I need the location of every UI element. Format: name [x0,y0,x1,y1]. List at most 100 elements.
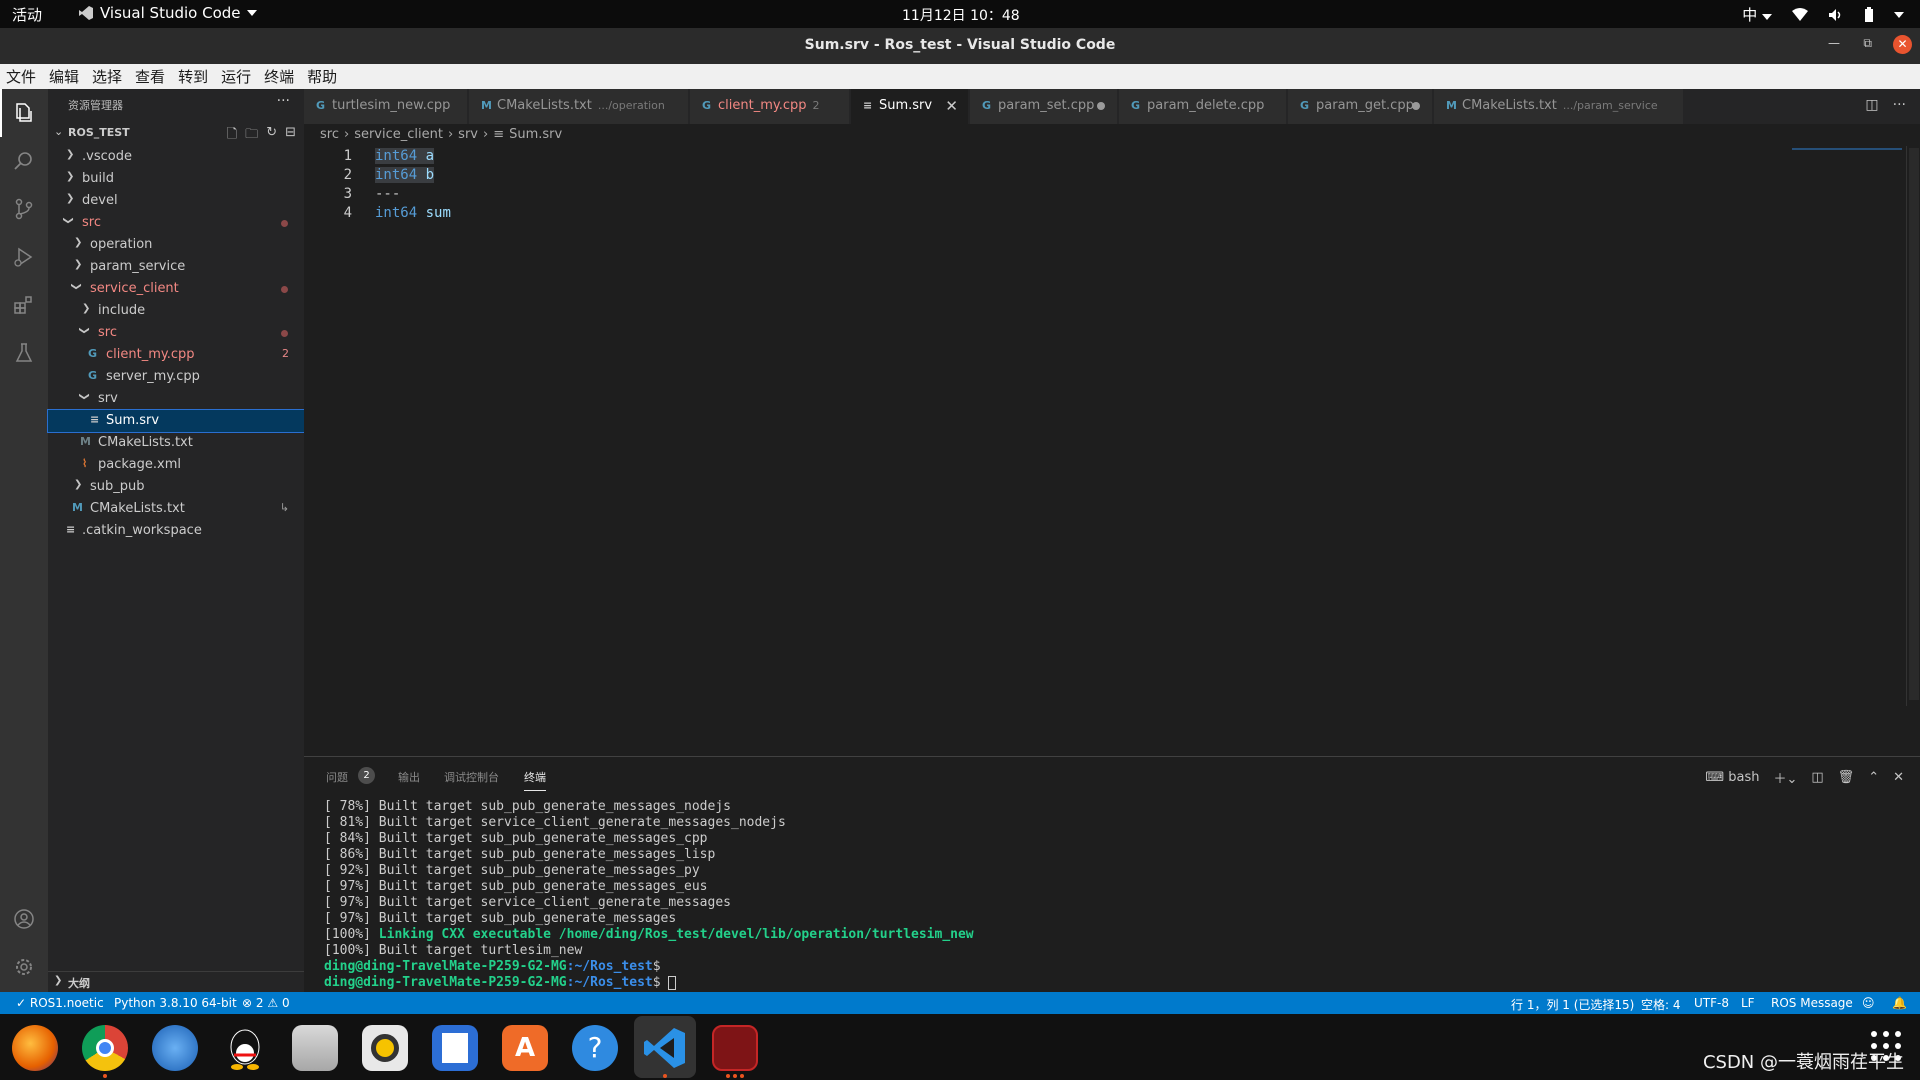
workspace-header[interactable]: ⌄ ROS_TEST 🗋 🗀 ↻ ⊟ [48,122,304,144]
minimize-icon[interactable]: — [1828,36,1840,50]
testing-icon[interactable] [12,341,36,365]
help-icon[interactable]: ? [572,1025,618,1071]
clock[interactable]: 11月12日 10：48 [902,5,1020,25]
menu-view[interactable]: 查看 [135,66,165,87]
run-debug-icon[interactable] [12,245,36,269]
split-editor-icon[interactable]: ◫ [1865,97,1878,113]
tree-item-devel[interactable]: ❯ devel [48,190,304,212]
tree-item-operation[interactable]: ❯ operation [48,234,304,256]
tab-turtlesim-new[interactable]: G turtlesim_new.cpp [304,89,468,124]
tree-item-srv[interactable]: ❯ srv [48,388,304,410]
chrome-icon[interactable] [82,1025,128,1071]
system-tray[interactable]: 中 [1742,4,1904,25]
new-terminal-icon[interactable]: ＋⌄ [1773,768,1797,787]
tree-item-build[interactable]: ❯ build [48,168,304,190]
tree-item-catkin-workspace[interactable]: ≡ .catkin_workspace [48,520,304,542]
tab-output[interactable]: 输出 [398,769,420,785]
close-tab-icon[interactable]: ✕ [945,97,958,115]
tab-param-get[interactable]: G param_get.cpp [1288,89,1433,124]
tree-item-service-client[interactable]: ❯ service_client [48,278,304,300]
explorer-icon[interactable] [12,101,36,125]
breadcrumb-item[interactable]: srv [458,127,478,142]
editor-scrollbar[interactable] [1906,146,1920,706]
input-method-indicator[interactable]: 中 [1742,4,1772,25]
software-center-icon[interactable]: A [502,1025,548,1071]
code-line[interactable]: int64 a [375,148,435,164]
tree-item-service-client-cmakelists[interactable]: M CMakeLists.txt [48,432,304,454]
firefox-icon[interactable] [12,1025,58,1071]
restore-icon[interactable]: ⧉ [1863,36,1872,51]
system-menu-chevron-icon[interactable] [1894,11,1904,18]
new-file-icon[interactable]: 🗋 [227,125,237,147]
menu-terminal[interactable]: 终端 [264,66,294,87]
extensions-icon[interactable] [12,293,36,317]
more-actions-icon[interactable]: ··· [1893,97,1906,113]
tab-cmakelists-param-service[interactable]: M CMakeLists.txt .../param_service [1434,89,1684,124]
thunderbird-icon[interactable] [152,1025,198,1071]
tab-cmakelists-operation[interactable]: M CMakeLists.txt .../operation [469,89,689,124]
tree-item-param-service[interactable]: ❯ param_service [48,256,304,278]
end-of-line[interactable]: LF [1741,996,1755,1010]
collapse-all-icon[interactable]: ⊟ [285,125,296,147]
outline-section[interactable]: ❯ 大纲 [48,971,304,992]
code-line[interactable]: int64 b [375,167,435,183]
source-control-icon[interactable] [12,197,36,221]
tab-problems[interactable]: 问题 [326,769,348,785]
scrollbar-thumb[interactable] [1909,148,1919,700]
tab-debug-console[interactable]: 调试控制台 [444,769,499,785]
new-folder-icon[interactable]: 🗀 [245,125,258,147]
tree-item-client-my-cpp[interactable]: G client_my.cpp 2 [48,344,304,366]
ros-version[interactable]: ✓ ROS1.noetic [16,996,104,1010]
minimap[interactable] [1792,148,1902,150]
terminal-output[interactable]: [ 78%] Built target sub_pub_generate_mes… [324,799,974,991]
tree-item-sub-pub[interactable]: ❯ sub_pub [48,476,304,498]
rhythmbox-icon[interactable] [362,1025,408,1071]
menu-selection[interactable]: 选择 [92,66,122,87]
accounts-icon[interactable] [12,907,36,931]
problems-summary[interactable]: ⊗ 2 ⚠ 0 [242,996,290,1010]
close-window-icon[interactable]: ✕ [1893,35,1912,54]
tree-item-sum-srv[interactable]: ≡ Sum.srv [47,409,305,433]
refresh-icon[interactable]: ↻ [266,125,277,147]
tab-param-set[interactable]: G param_set.cpp [970,89,1118,124]
more-actions-icon[interactable]: ··· [277,93,290,109]
code-line[interactable]: int64 sum [375,205,451,221]
menu-edit[interactable]: 编辑 [49,66,79,87]
maximize-panel-icon[interactable]: ⌃ [1868,770,1879,785]
settings-gear-icon[interactable] [12,955,36,979]
tree-item-service-client-src[interactable]: ❯ src [48,322,304,344]
cursor-position[interactable]: 行 1，列 1 (已选择15) [1511,996,1634,1013]
writer-icon[interactable] [432,1025,478,1071]
files-icon[interactable] [292,1025,338,1071]
split-terminal-icon[interactable]: ◫ [1811,770,1823,785]
menu-help[interactable]: 帮助 [307,66,337,87]
feedback-icon[interactable]: ☺ [1862,996,1875,1010]
python-interpreter[interactable]: Python 3.8.10 64-bit [114,996,237,1010]
code-editor[interactable]: 1 int64 a 2 int64 b 3 --- 4 int64 sum [304,146,1920,756]
close-panel-icon[interactable]: ✕ [1893,770,1904,785]
tab-client-my-cpp[interactable]: G client_my.cpp 2 [690,89,850,124]
tree-item-vscode[interactable]: ❯ .vscode [48,146,304,168]
unsaved-dot[interactable] [1097,102,1105,110]
menu-go[interactable]: 转到 [178,66,208,87]
breadcrumb-item[interactable]: Sum.srv [509,127,562,142]
tab-param-delete[interactable]: G param_delete.cpp [1119,89,1287,124]
tree-item-src[interactable]: ❯ src [48,212,304,234]
terminal-selector[interactable]: ⌨ bash [1705,770,1759,785]
search-icon[interactable] [12,149,36,173]
breadcrumb-item[interactable]: service_client [354,127,443,142]
menu-run[interactable]: 运行 [221,66,251,87]
breadcrumb-item[interactable]: src [320,127,339,142]
notifications-bell-icon[interactable]: 🔔 [1892,996,1907,1010]
tree-item-server-my-cpp[interactable]: G server_my.cpp [48,366,304,388]
menu-file[interactable]: 文件 [6,66,36,87]
terminal-app-icon[interactable] [712,1025,758,1071]
tree-item-src-cmakelists[interactable]: M CMakeLists.txt ↳ [48,498,304,520]
app-menu[interactable]: Visual Studio Code [78,4,257,22]
tab-terminal[interactable]: 终端 [524,769,546,791]
vscode-dock-icon[interactable] [642,1025,688,1071]
trash-icon[interactable]: 🗑 [1838,770,1855,785]
encoding[interactable]: UTF-8 [1694,996,1729,1010]
qq-icon[interactable] [222,1025,268,1071]
tree-item-include[interactable]: ❯ include [48,300,304,322]
